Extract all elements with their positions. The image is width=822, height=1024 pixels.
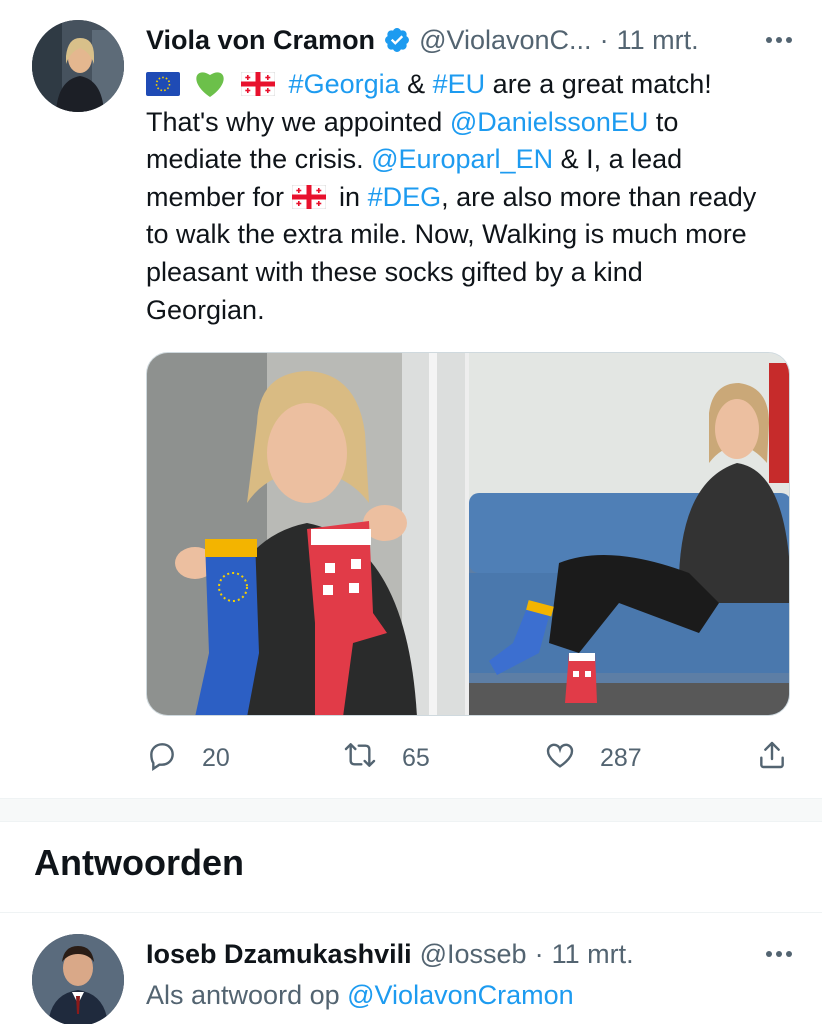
tweet-text: #Georgia & #EU are a great match! That's… <box>146 66 796 329</box>
replies-heading: Antwoorden <box>34 842 244 883</box>
tweet-header: Viola von Cramon @ViolavonC... · 11 mrt. <box>146 20 796 60</box>
like-count: 287 <box>600 743 642 772</box>
divider <box>0 912 822 913</box>
hashtag-georgia[interactable]: #Georgia <box>289 69 400 99</box>
tweet-text-line-3: mediate the crisis. @Europarl_EN & I, a … <box>146 144 683 175</box>
like-icon <box>544 739 576 778</box>
more-options-icon[interactable] <box>762 934 796 974</box>
tweet-text-line-6: pleasant with these socks gifted by a ki… <box>146 256 643 287</box>
more-options-icon[interactable] <box>762 20 796 60</box>
tweet-text-line-5: to walk the extra mile. Now, Walking is … <box>146 219 747 250</box>
georgia-flag-icon <box>291 182 327 220</box>
tweet-text-line-4: member for in #DEG, are also more than r… <box>146 179 796 217</box>
tweet-media[interactable] <box>146 352 790 716</box>
author-name[interactable]: Viola von Cramon <box>146 25 375 56</box>
reply-avatar[interactable] <box>32 934 124 1024</box>
photo-sitting-on-sofa[interactable] <box>469 353 789 715</box>
reply-button[interactable]: 20 <box>146 738 230 778</box>
tweet-timestamp[interactable]: 11 mrt. <box>617 25 699 56</box>
hashtag-deg[interactable]: #DEG <box>368 182 442 212</box>
retweet-icon <box>342 739 378 778</box>
photo-holding-socks[interactable] <box>147 353 465 715</box>
tweet-text-line-2: That's why we appointed @DanielssonEU to <box>146 106 679 137</box>
separator-dot: · <box>534 938 544 969</box>
separator-dot: · <box>599 24 609 55</box>
georgia-flag-icon <box>240 69 276 107</box>
reply-timestamp[interactable]: 11 mrt. <box>552 939 634 970</box>
reply-context: Als antwoord op @ViolavonCramon <box>146 980 574 1010</box>
reply-author-name[interactable]: Ioseb Dzamukashvili <box>146 939 412 970</box>
retweet-button[interactable]: 65 <box>342 738 430 778</box>
author-handle[interactable]: @ViolavonC... <box>419 25 592 56</box>
reply-icon <box>146 739 178 778</box>
tweet-text-line-7: Georgian. <box>146 294 265 325</box>
reply-header: Ioseb Dzamukashvili @Iosseb · 11 mrt. <box>146 934 796 974</box>
reply-author-handle[interactable]: @Iosseb <box>420 939 527 970</box>
reply-count: 20 <box>202 743 230 772</box>
reply-to-mention[interactable]: @ViolavonCramon <box>347 980 574 1010</box>
share-button[interactable] <box>756 738 788 778</box>
tweet[interactable]: Viola von Cramon @ViolavonC... · 11 mrt.… <box>0 0 822 798</box>
avatar[interactable] <box>32 20 124 112</box>
section-separator <box>0 798 822 822</box>
mention-danielssoneu[interactable]: @DanielssonEU <box>450 107 649 137</box>
eu-flag-icon <box>146 69 180 107</box>
tweet-actions: 20 65 287 <box>146 738 796 778</box>
mention-europarl-en[interactable]: @Europarl_EN <box>371 144 553 174</box>
share-icon <box>756 739 788 778</box>
verified-badge-icon <box>383 26 411 54</box>
retweet-count: 65 <box>402 743 430 772</box>
hashtag-eu[interactable]: #EU <box>433 69 486 99</box>
tweet-text-line-1: #Georgia & #EU are a great match! <box>146 66 796 104</box>
green-heart-icon <box>194 68 226 109</box>
like-button[interactable]: 287 <box>544 738 642 778</box>
